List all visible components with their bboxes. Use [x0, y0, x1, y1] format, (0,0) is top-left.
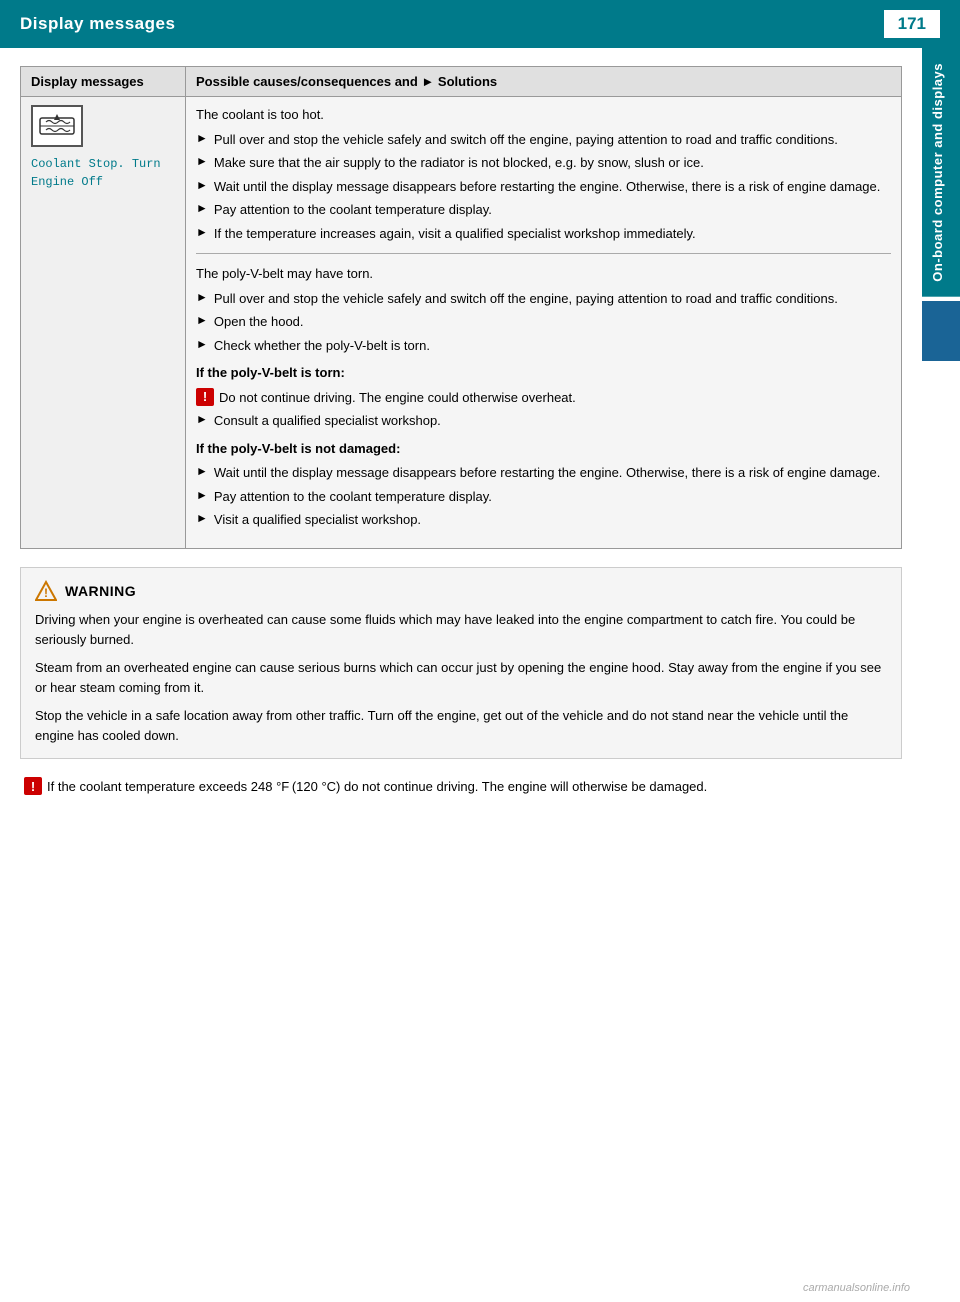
- bullet-text: If the temperature increases again, visi…: [214, 224, 696, 244]
- bullet-item: ► Consult a qualified specialist worksho…: [196, 411, 891, 431]
- bullet-text: Pay attention to the coolant temperature…: [214, 200, 492, 220]
- coolant-icon: [38, 110, 76, 142]
- bullet-text: Wait until the display message disappear…: [214, 177, 881, 197]
- coolant-icon-box: [31, 105, 83, 147]
- bullet-text: Check whether the poly-V-belt is torn.: [214, 336, 430, 356]
- right-sidebar: On-board computer and displays: [922, 48, 960, 748]
- bullet-text: Visit a qualified specialist workshop.: [214, 510, 421, 530]
- bullet-text: Wait until the display message disappear…: [214, 463, 881, 483]
- arrow-icon: ►: [196, 154, 208, 168]
- watermark: carmanualsonline.info: [803, 1282, 910, 1294]
- bullet-item: ► Pull over and stop the vehicle safely …: [196, 289, 891, 309]
- arrow-icon: ►: [196, 313, 208, 327]
- warning-paragraph-1: Driving when your engine is overheated c…: [35, 610, 887, 650]
- bold-section-label-1: If the poly-V-belt is torn:: [196, 363, 891, 383]
- table-cell-causes: The coolant is too hot. ► Pull over and …: [186, 97, 902, 549]
- bullet-item: ► Wait until the display message disappe…: [196, 463, 891, 483]
- warning-triangle-icon: !: [35, 580, 57, 602]
- warning-paragraph-2: Steam from an overheated engine can caus…: [35, 658, 887, 698]
- arrow-icon: ►: [196, 131, 208, 145]
- arrow-icon: ►: [196, 412, 208, 426]
- bullet-item: ► Check whether the poly-V-belt is torn.: [196, 336, 891, 356]
- bullet-text: Open the hood.: [214, 312, 304, 332]
- header-title: Display messages: [20, 14, 175, 34]
- hazard-note: ! If the coolant temperature exceeds 248…: [20, 777, 902, 797]
- bullet-text: Do not continue driving. The engine coul…: [219, 388, 576, 408]
- section2-intro: The poly-V-belt may have torn.: [196, 264, 891, 284]
- warning-body: Driving when your engine is overheated c…: [35, 610, 887, 747]
- arrow-icon: ►: [196, 201, 208, 215]
- causes-section-1: The coolant is too hot. ► Pull over and …: [196, 105, 891, 243]
- sidebar-label: On-board computer and displays: [922, 48, 960, 297]
- bullet-text: Make sure that the air supply to the rad…: [214, 153, 704, 173]
- arrow-icon: ►: [196, 511, 208, 525]
- bullet-item: ► Pull over and stop the vehicle safely …: [196, 130, 891, 150]
- display-message-text: Coolant Stop. TurnEngine Off: [31, 155, 175, 191]
- header-bar: Display messages 171: [0, 0, 960, 48]
- bold-section-label-2: If the poly-V-belt is not damaged:: [196, 439, 891, 459]
- divider: [196, 253, 891, 254]
- bullet-item: ► Open the hood.: [196, 312, 891, 332]
- arrow-icon: ►: [196, 225, 208, 239]
- causes-section-2: The poly-V-belt may have torn. ► Pull ov…: [196, 264, 891, 530]
- bullet-text: Pull over and stop the vehicle safely an…: [214, 130, 838, 150]
- hazard-icon-bottom: !: [24, 777, 42, 795]
- table-cell-display: Coolant Stop. TurnEngine Off: [21, 97, 186, 549]
- hazard-icon: !: [196, 388, 214, 406]
- bullet-text: Pull over and stop the vehicle safely an…: [214, 289, 838, 309]
- warning-title-text: WARNING: [65, 583, 136, 599]
- warning-paragraph-3: Stop the vehicle in a safe location away…: [35, 706, 887, 746]
- bullet-item: ► Wait until the display message disappe…: [196, 177, 891, 197]
- bullet-item: ► If the temperature increases again, vi…: [196, 224, 891, 244]
- warning-title-row: ! WARNING: [35, 580, 887, 602]
- bullet-item: ► Pay attention to the coolant temperatu…: [196, 487, 891, 507]
- sidebar-blue-block: [922, 301, 960, 361]
- bullet-item: ► Visit a qualified specialist workshop.: [196, 510, 891, 530]
- bullet-text: Pay attention to the coolant temperature…: [214, 487, 492, 507]
- svg-text:!: !: [44, 586, 48, 600]
- arrow-icon: ►: [196, 290, 208, 304]
- arrow-icon: ►: [196, 488, 208, 502]
- hazard-bullet: ! Do not continue driving. The engine co…: [196, 388, 891, 408]
- main-content: Display messages Possible causes/consequ…: [0, 48, 922, 817]
- bullet-item: ► Pay attention to the coolant temperatu…: [196, 200, 891, 220]
- bullet-text: Consult a qualified specialist workshop.: [214, 411, 441, 431]
- table-header-col2: Possible causes/consequences and ► Solut…: [186, 67, 902, 97]
- arrow-icon: ►: [196, 337, 208, 351]
- bullet-item: ► Make sure that the air supply to the r…: [196, 153, 891, 173]
- table-row: Coolant Stop. TurnEngine Off The coolant…: [21, 97, 902, 549]
- display-messages-table: Display messages Possible causes/consequ…: [20, 66, 902, 549]
- table-header-col1: Display messages: [21, 67, 186, 97]
- page-number: 171: [884, 10, 940, 38]
- arrow-icon: ►: [196, 178, 208, 192]
- warning-box: ! WARNING Driving when your engine is ov…: [20, 567, 902, 760]
- arrow-icon: ►: [196, 464, 208, 478]
- section1-intro: The coolant is too hot.: [196, 105, 891, 125]
- hazard-note-text: If the coolant temperature exceeds 248 °…: [47, 777, 707, 797]
